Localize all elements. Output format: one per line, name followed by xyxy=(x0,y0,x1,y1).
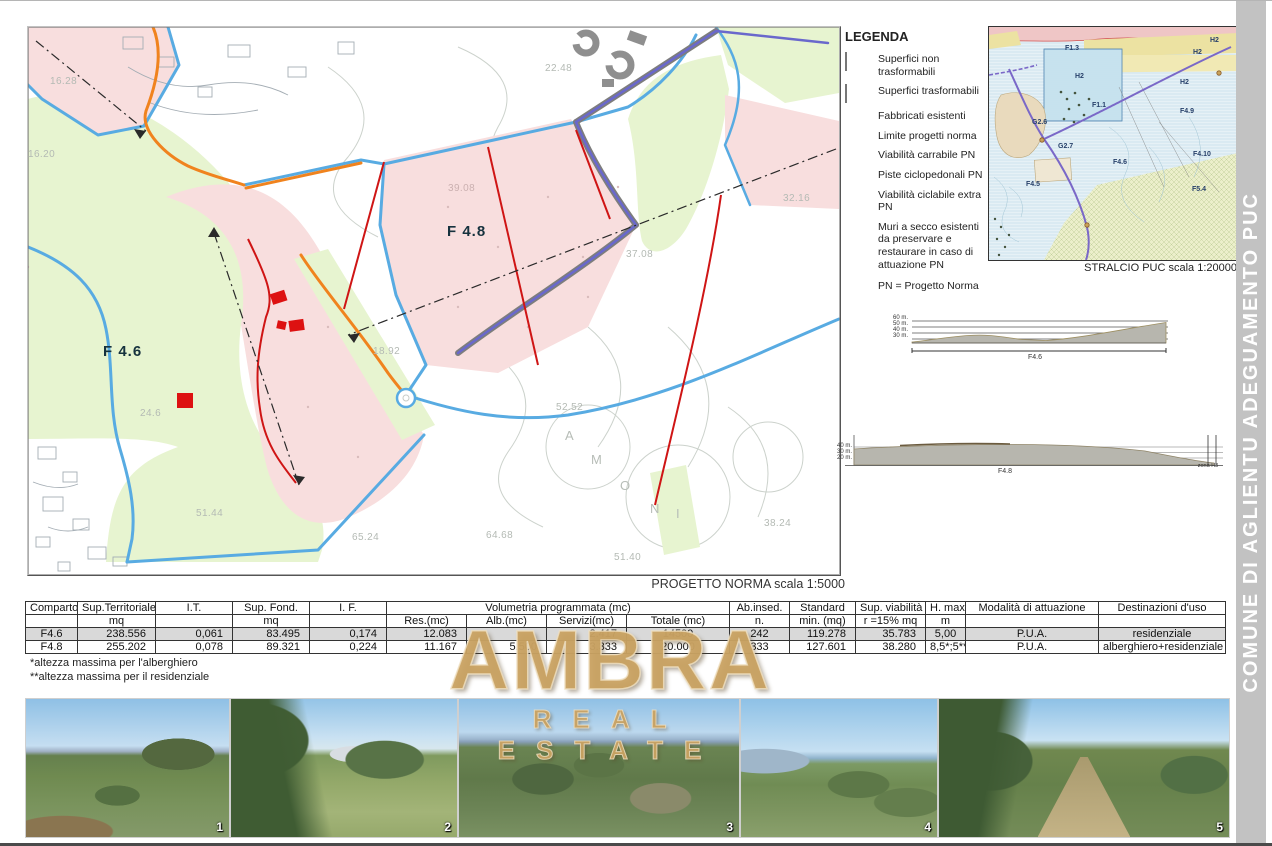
inset-label: G2.6 xyxy=(1032,119,1047,126)
locality-letter: N xyxy=(650,501,659,516)
legend-note: PN = Progetto Norma xyxy=(878,280,993,292)
site-photo-5: 5 xyxy=(938,698,1230,838)
photo-number: 2 xyxy=(444,820,451,834)
inset-label: F4.9 xyxy=(1180,108,1194,115)
inset-label: F4.5 xyxy=(1026,181,1040,188)
legend-item: Superfici trasformabili xyxy=(845,85,993,103)
table-row-f48: F4.8255.202 0,07889.321 0,22411.167 5.50… xyxy=(26,641,1226,654)
inset-label: F4.10 xyxy=(1193,151,1211,158)
pink-swatch-icon xyxy=(845,85,871,103)
section-axis-label: 30 m. xyxy=(872,333,908,339)
inset-label: F1.1 xyxy=(1092,102,1106,109)
inset-drawing xyxy=(989,27,1238,260)
plan-sheet: F 4.6 F 4.8 22.48 16.28 16.20 39.08 18.9… xyxy=(0,0,1272,846)
elevation-label: 22.48 xyxy=(545,63,572,74)
photo-number: 3 xyxy=(726,820,733,834)
photo-number: 1 xyxy=(216,820,223,834)
note-alberghiero: *altezza massima per l'alberghiero xyxy=(30,657,209,671)
legend-item: Superfici non trasformabili xyxy=(845,53,993,78)
photo-number: 4 xyxy=(924,820,931,834)
inset-label: H2 xyxy=(1210,37,1219,44)
sidebar-title-bar: COMUNE DI AGLIENTU ADEGUAMENTO PUC xyxy=(1236,1,1266,843)
legend: LEGENDA Superfici non trasformabili Supe… xyxy=(845,29,993,292)
legend-item: Limite progetti norma xyxy=(845,130,993,143)
legend-title: LEGENDA xyxy=(845,29,993,44)
progetto-norma-map xyxy=(27,26,841,576)
map-caption: PROGETTO NORMA scala 1:5000 xyxy=(560,577,845,591)
site-photo-3: 3 xyxy=(458,698,740,838)
site-photo-2: 2 xyxy=(230,698,458,838)
site-photo-4: 4 xyxy=(740,698,938,838)
elevation-label: 51.40 xyxy=(614,552,641,563)
inset-label: F1.3 xyxy=(1065,45,1079,52)
zone-label-f48: F 4.8 xyxy=(447,223,486,240)
zone-label-f46: F 4.6 xyxy=(103,343,142,360)
locality-letter: I xyxy=(676,506,680,521)
elevation-label: 37.08 xyxy=(626,249,653,260)
parameters-table: CompartoSup.TerritorialeI.T. Sup. Fond.I… xyxy=(25,601,1226,654)
inset-label: H2 xyxy=(1180,79,1189,86)
locality-letter: A xyxy=(565,428,574,443)
legend-item: Fabbricati esistenti xyxy=(845,110,993,123)
sidebar-title: COMUNE DI AGLIENTU ADEGUAMENTO PUC xyxy=(1240,192,1263,693)
elevation-label: 16.20 xyxy=(28,149,55,160)
elevation-label: 16.28 xyxy=(50,76,77,87)
legend-item: Piste ciclopedonali PN xyxy=(845,169,993,182)
locality-letter: O xyxy=(620,478,630,493)
inset-label: G2.7 xyxy=(1058,143,1073,150)
inset-caption: STRALCIO PUC scala 1:20000 xyxy=(1000,262,1237,274)
inset-label: H2 xyxy=(1193,49,1202,56)
elevation-label: 51.44 xyxy=(196,508,223,519)
stralcio-puc-inset xyxy=(988,26,1239,261)
table-subheader-row: mq mqRes.(mc) Alb.(mc)Servizi(mc)Totale … xyxy=(26,615,1226,628)
table-notes: *altezza massima per l'alberghiero **alt… xyxy=(30,657,209,685)
legend-item: Viabilità carrabile PN xyxy=(845,149,993,162)
section-zone-label: zona H3 xyxy=(1186,463,1230,469)
elevation-label: 39.08 xyxy=(448,183,475,194)
section-label-f48: F4.8 xyxy=(960,468,1050,475)
locality-letter: M xyxy=(591,452,602,467)
photo-number: 5 xyxy=(1216,820,1223,834)
elevation-label: 64.68 xyxy=(486,530,513,541)
green-swatch-icon xyxy=(845,53,871,71)
elevation-label: 24.6 xyxy=(140,408,161,419)
elevation-label: 52.52 xyxy=(556,402,583,413)
section-label-f46: F4.6 xyxy=(1000,354,1070,361)
elevation-label: 65.24 xyxy=(352,532,379,543)
elevation-label: 32.16 xyxy=(783,193,810,204)
inset-label: F5.4 xyxy=(1192,186,1206,193)
elevation-label: 18.92 xyxy=(373,346,400,357)
legend-item: Viabilità ciclabile extra PN xyxy=(845,189,993,214)
section-axis-label: 20 m. xyxy=(816,455,852,461)
legend-item: Muri a secco esistenti da preservare e r… xyxy=(845,221,993,271)
site-photo-1: 1 xyxy=(25,698,230,838)
map-drawing xyxy=(28,27,840,575)
note-residenziale: **altezza massima per il residenziale xyxy=(30,671,209,685)
table-row-f46: F4.6238.556 0,06183.495 0,17412.083 2.41… xyxy=(26,628,1226,641)
elevation-label: 38.24 xyxy=(764,518,791,529)
table-header-row: CompartoSup.TerritorialeI.T. Sup. Fond.I… xyxy=(26,602,1226,615)
inset-label: H2 xyxy=(1075,73,1084,80)
inset-label: F4.6 xyxy=(1113,159,1127,166)
